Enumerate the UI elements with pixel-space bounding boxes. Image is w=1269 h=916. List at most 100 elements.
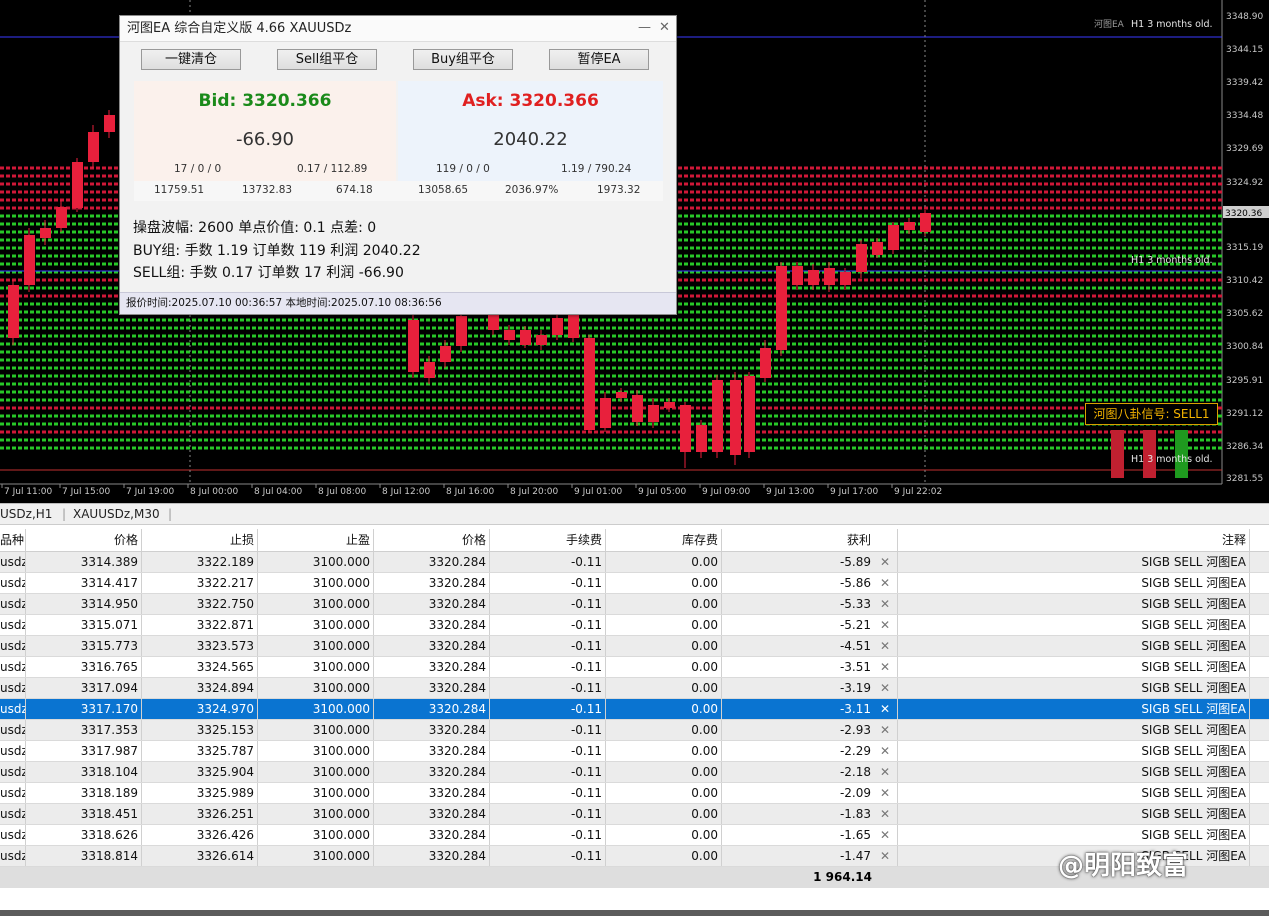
column-header[interactable]: 止损: [142, 529, 258, 551]
column-header[interactable]: 获利: [722, 529, 898, 551]
pause-ea-button[interactable]: 暂停EA: [549, 49, 649, 70]
table-cell: -3.51: [722, 657, 898, 677]
table-cell: -3.19: [722, 678, 898, 698]
time-tick-label: 8 Jul 04:00: [254, 487, 303, 497]
table-cell: 0.00: [606, 573, 722, 593]
table-cell: usdz: [0, 741, 26, 761]
table-cell: usdz: [0, 594, 26, 614]
ea-panel-title[interactable]: 河图EA 综合自定义版 4.66 XAUUSDz: [120, 16, 676, 42]
total-profit: 1 964.14: [813, 870, 872, 884]
column-header[interactable]: 注释: [898, 529, 1250, 551]
stat-value: 13058.65: [418, 184, 469, 196]
table-cell: 3100.000: [258, 720, 374, 740]
close-order-icon[interactable]: ✕: [880, 783, 890, 804]
buy-group-close-button[interactable]: Buy组平仓: [413, 49, 513, 70]
table-cell: 3318.451: [26, 804, 142, 824]
close-order-icon[interactable]: ✕: [880, 657, 890, 678]
table-cell: 3315.773: [26, 636, 142, 656]
close-order-icon[interactable]: ✕: [880, 615, 890, 636]
price-tick-label: 3310.42: [1226, 276, 1263, 286]
close-order-icon[interactable]: ✕: [880, 762, 890, 783]
table-cell: -2.18: [722, 762, 898, 782]
buy-group-profit: 2040.22: [493, 129, 568, 150]
table-cell: usdz: [0, 615, 26, 635]
bear-candle: [72, 162, 83, 208]
close-order-icon[interactable]: ✕: [880, 678, 890, 699]
tab-chart-h1[interactable]: USDz,H1: [0, 507, 52, 521]
close-order-icon[interactable]: ✕: [880, 804, 890, 825]
table-cell: 0.00: [606, 825, 722, 845]
column-header[interactable]: 价格: [26, 529, 142, 551]
price-tick-label: 3348.90: [1226, 12, 1263, 22]
bear-candle: [840, 272, 851, 285]
table-row[interactable]: usdz 3318.189 3325.989 3100.000 3320.284 -0.1…: [0, 783, 1269, 804]
close-order-icon[interactable]: ✕: [880, 741, 890, 762]
column-header[interactable]: 手续费: [490, 529, 606, 551]
table-cell: -0.11: [490, 699, 606, 719]
table-cell: SIGB SELL 河图EA: [898, 804, 1250, 824]
table-cell: usdz: [0, 762, 26, 782]
table-row[interactable]: usdz 3314.417 3322.217 3100.000 3320.284 -0.1…: [0, 573, 1269, 594]
table-row[interactable]: usdz 3317.353 3325.153 3100.000 3320.284 -0.1…: [0, 720, 1269, 741]
table-row[interactable]: usdz 3318.104 3325.904 3100.000 3320.284 -0.1…: [0, 762, 1269, 783]
close-order-icon[interactable]: ✕: [880, 846, 890, 867]
table-cell: usdz: [0, 678, 26, 698]
table-cell: SIGB SELL 河图EA: [898, 615, 1250, 635]
table-cell: 3314.417: [26, 573, 142, 593]
table-row[interactable]: usdz 3315.773 3323.573 3100.000 3320.284 -0.1…: [0, 636, 1269, 657]
table-row[interactable]: usdz 3318.451 3326.251 3100.000 3320.284 -0.1…: [0, 804, 1269, 825]
sell-group-close-button[interactable]: Sell组平仓: [277, 49, 377, 70]
table-cell: -5.33: [722, 594, 898, 614]
table-row[interactable]: usdz 3317.987 3325.787 3100.000 3320.284 -0.1…: [0, 741, 1269, 762]
table-row[interactable]: usdz 3314.389 3322.189 3100.000 3320.284 -0.1…: [0, 552, 1269, 573]
close-order-icon[interactable]: ✕: [880, 699, 890, 720]
price-tick-label: 3334.48: [1226, 111, 1263, 121]
table-row[interactable]: usdz 3318.626 3326.426 3100.000 3320.284 -0.1…: [0, 825, 1269, 846]
table-cell: -0.11: [490, 678, 606, 698]
table-header[interactable]: 品种 价格 止损 止盈 价格 手续费 库存费 获利 注释: [0, 529, 1269, 552]
price-tick-label: 3295.91: [1226, 376, 1263, 386]
close-all-button[interactable]: 一键清仓: [141, 49, 241, 70]
table-row[interactable]: usdz 3317.170 3324.970 3100.000 3320.284 -0.1…: [0, 699, 1269, 720]
bear-candle: [104, 115, 115, 132]
table-cell: usdz: [0, 636, 26, 656]
table-cell: 3100.000: [258, 615, 374, 635]
table-cell: 3318.626: [26, 825, 142, 845]
table-cell: 0.00: [606, 741, 722, 761]
bear-candle: [8, 285, 19, 338]
minimize-icon[interactable]: —: [638, 20, 651, 35]
table-cell: 3325.787: [142, 741, 258, 761]
table-cell: SIGB SELL 河图EA: [898, 762, 1250, 782]
table-row[interactable]: usdz 3317.094 3324.894 3100.000 3320.284 -0.1…: [0, 678, 1269, 699]
stat-value: 13732.83: [242, 184, 293, 196]
column-header[interactable]: 库存费: [606, 529, 722, 551]
table-cell: 0.00: [606, 720, 722, 740]
bear-candle: [632, 395, 643, 422]
table-cell: 3320.284: [374, 657, 490, 677]
column-header[interactable]: 价格: [374, 529, 490, 551]
table-cell: -0.11: [490, 783, 606, 803]
table-row[interactable]: usdz 3316.765 3324.565 3100.000 3320.284 -0.1…: [0, 657, 1269, 678]
close-order-icon[interactable]: ✕: [880, 825, 890, 846]
tab-separator: |: [168, 507, 173, 521]
h1-age-label-middle: H1 3 months old.: [1131, 255, 1213, 266]
close-order-icon[interactable]: ✕: [880, 720, 890, 741]
table-cell: 3317.353: [26, 720, 142, 740]
bear-candle: [584, 338, 595, 430]
table-row[interactable]: usdz 3314.950 3322.750 3100.000 3320.284 -0.1…: [0, 594, 1269, 615]
table-cell: 3314.389: [26, 552, 142, 572]
column-header[interactable]: 品种: [0, 529, 26, 551]
ea-info-line: SELL组: 手数 0.17 订单数 17 利润 -66.90: [133, 265, 404, 281]
table-cell: 3320.284: [374, 804, 490, 824]
close-icon[interactable]: ✕: [659, 20, 670, 35]
table-row[interactable]: usdz 3315.071 3322.871 3100.000 3320.284 -0.1…: [0, 615, 1269, 636]
close-order-icon[interactable]: ✕: [880, 636, 890, 657]
close-order-icon[interactable]: ✕: [880, 573, 890, 594]
table-cell: 0.00: [606, 636, 722, 656]
ea-info-line: 操盘波幅: 2600 单点价值: 0.1 点差: 0: [133, 220, 377, 236]
close-order-icon[interactable]: ✕: [880, 594, 890, 615]
tab-chart-m30[interactable]: XAUUSDz,M30: [73, 507, 160, 521]
table-cell: 0.00: [606, 846, 722, 866]
column-header[interactable]: 止盈: [258, 529, 374, 551]
close-order-icon[interactable]: ✕: [880, 552, 890, 573]
